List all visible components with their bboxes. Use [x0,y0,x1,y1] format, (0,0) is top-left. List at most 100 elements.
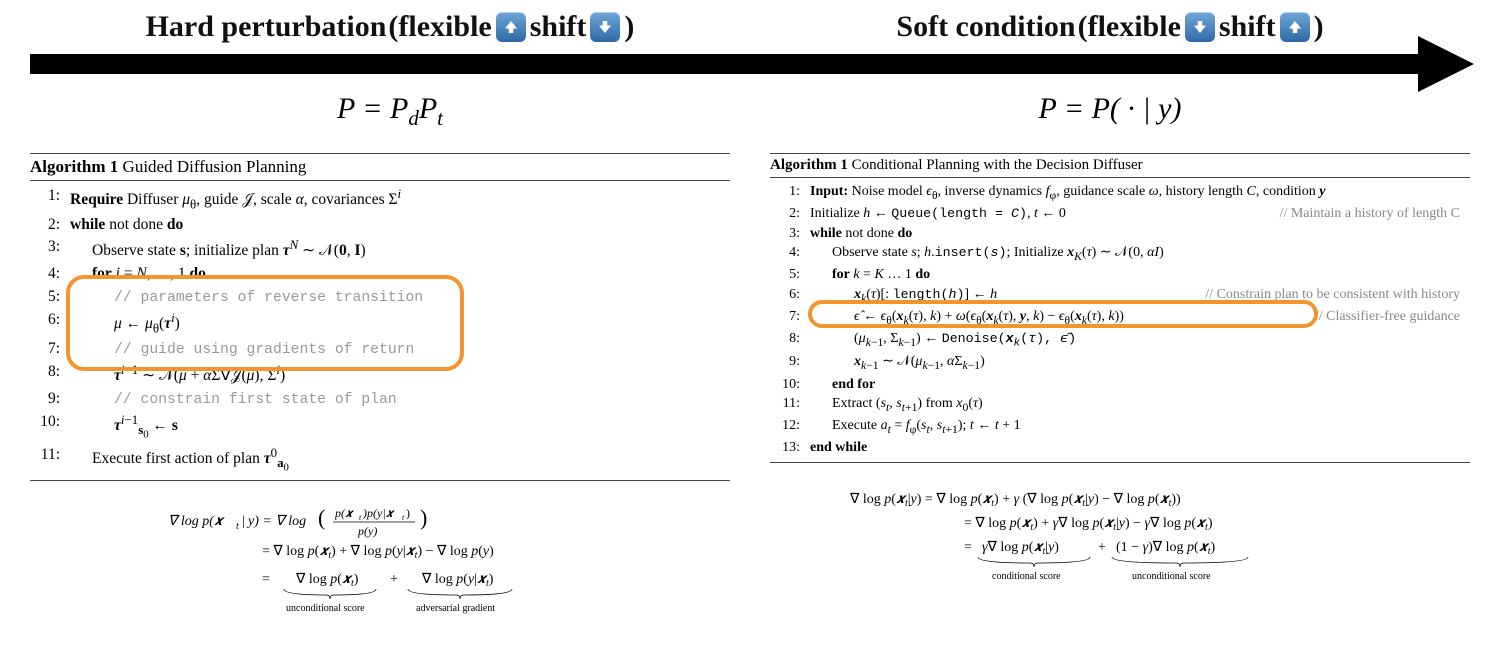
line-number: 12: [774,416,810,436]
svg-text:y) = ∇ log: y) = ∇ log [246,514,306,529]
algorithm-line: 4:for i = N, …, 1 do [30,263,730,285]
line-number: 5: [774,265,810,285]
svg-text:+: + [1098,540,1106,555]
svg-text:∇ log p(𝒙: ∇ log p(𝒙 [168,514,225,529]
algorithm-right-title-prefix: Algorithm 1 [770,157,848,173]
line-content: end while [810,438,1466,458]
algorithm-line: 2:Initialize h ← Queue(length = C), t ← … [770,204,1470,224]
line-number: 11: [774,394,810,414]
algorithm-line: 10:end for [770,375,1470,395]
algorithm-line: 7:// guide using gradients of return [30,338,730,361]
arrow-down-icon [590,12,620,42]
algorithm-line: 9:xk−1 ∼ 𝒩(μk−1, αΣk−1) [770,352,1470,374]
line-content: Execute at = fφ(st, st+1); t ← t + 1 [810,416,1466,438]
algorithm-line: 6:xk(τ)[: length(h)] ← h// Constrain pla… [770,285,1470,307]
algorithm-right-title-rest: Conditional Planning with the Decision D… [848,157,1143,173]
svg-text:): ) [420,505,427,530]
line-number: 5: [34,286,70,308]
algorithm-line: 5:// parameters of reverse transition [30,286,730,309]
line-number: 7: [34,338,70,360]
math-left: ∇ log p(𝒙 t | y) = ∇ log ( p(𝒙 t )p(y|𝒙 … [30,503,730,628]
line-number: 8: [774,329,810,349]
line-number: 8: [34,361,70,383]
algorithm-line: 11:Extract (st, st+1) from x0(τ) [770,394,1470,416]
svg-text:(1 − γ)∇ log p(𝒙t): (1 − γ)∇ log p(𝒙t) [1116,540,1215,557]
math-left-svg: ∇ log p(𝒙 t | y) = ∇ log ( p(𝒙 t )p(y|𝒙 … [150,503,610,623]
algorithm-left: Algorithm 1 Guided Diffusion Planning 1:… [30,153,730,481]
arrow-up-icon [496,12,526,42]
columns: Algorithm 1 Guided Diffusion Planning 1:… [30,153,1470,628]
spectrum-arrow [30,54,1470,74]
left-column: Algorithm 1 Guided Diffusion Planning 1:… [30,153,730,628]
svg-text:(: ( [318,505,325,530]
svg-text:=: = [262,572,270,587]
svg-text:∇ log p(y|𝒙t): ∇ log p(y|𝒙t) [421,572,494,589]
svg-text:|: | [242,514,245,529]
svg-text:∇ log p(𝒙t|y) = ∇ log p(𝒙t): ∇ log p(𝒙t|y) = ∇ log p(𝒙t) + γ (∇ log p… [849,492,1181,509]
heading-right-label: Soft condition [896,10,1075,44]
algorithm-line: 8:τi−1 ∼ 𝒩(μ + αΣ∇𝒥(μ), Σi) [30,361,730,388]
line-number: 11: [34,444,70,466]
arrow-shaft [30,54,1430,74]
line-content: xk−1 ∼ 𝒩(μk−1, αΣk−1) [810,352,1466,374]
line-content: xk(τ)[: length(h)] ← h// Constrain plan … [810,285,1466,307]
line-number: 6: [34,309,70,331]
algorithm-line: 9:// constrain first state of plan [30,388,730,411]
svg-text:t: t [236,521,239,532]
line-content: for k = K … 1 do [810,265,1466,285]
svg-text:unconditional score: unconditional score [286,603,365,614]
algorithm-line: 13:end while [770,438,1470,458]
formula-row: P = PdPt P = P( · | y) [30,92,1470,131]
line-number: 1: [34,185,70,207]
arrow-head-icon [1418,36,1474,97]
line-number: 13: [774,438,810,458]
heading-left-label: Hard perturbation [146,10,387,44]
line-number: 1: [774,182,810,202]
algorithm-line: 3:Observe state s; initialize plan τN ∼ … [30,236,730,263]
svg-text:∇ log p(𝒙t): ∇ log p(𝒙t) [295,572,359,589]
line-content: for i = N, …, 1 do [70,263,726,285]
heading-right-paren-open: (flexible [1078,10,1181,44]
line-number: 9: [34,388,70,410]
line-content: τi−1s0 ← s [70,411,726,443]
line-content: Extract (st, st+1) from x0(τ) [810,394,1466,416]
line-number: 4: [774,243,810,263]
algorithm-line: 4:Observe state s; h.insert(s); Initiali… [770,243,1470,265]
svg-text:+: + [390,572,398,587]
svg-text:= ∇ log p(𝒙t) + γ∇ log p(𝒙t|: = ∇ log p(𝒙t) + γ∇ log p(𝒙t|y) − γ∇ log … [964,516,1213,533]
line-number: 6: [774,285,810,305]
arrow-up-icon [1280,12,1310,42]
svg-text:γ∇ log p(𝒙t|y): γ∇ log p(𝒙t|y) [982,540,1059,557]
algorithm-right: Algorithm 1 Conditional Planning with th… [770,153,1470,463]
line-content: // constrain first state of plan [70,388,726,411]
math-right: ∇ log p(𝒙t|y) = ∇ log p(𝒙t) + γ (∇ log p… [770,485,1470,600]
svg-text:= ∇ log p(𝒙t) + ∇ log p(y|𝒙t: = ∇ log p(𝒙t) + ∇ log p(y|𝒙t) − ∇ log p(… [262,544,494,561]
arrow-down-icon [1185,12,1215,42]
line-content: // guide using gradients of return [70,338,726,361]
line-content: (μk−1, Σk−1) ← Denoise(xk(τ), ϵ̂) [810,329,1466,352]
line-number: 7: [774,307,810,327]
algorithm-right-body: 1:Input: Noise model ϵθ, inverse dynamic… [770,178,1470,462]
slide: Hard perturbation (flexible shift ) Soft… [0,0,1500,648]
svg-text:conditional score: conditional score [992,571,1061,582]
heading-right-paren-close: ) [1314,10,1324,44]
math-right-svg: ∇ log p(𝒙t|y) = ∇ log p(𝒙t) + γ (∇ log p… [840,485,1400,595]
line-content: Observe state s; initialize plan τN ∼ 𝒩(… [70,236,726,263]
algorithm-line: 6:μ ← μθ(τi) [30,309,730,338]
line-number: 4: [34,263,70,285]
line-content: Require Diffuser μθ, guide 𝒥, scale α, c… [70,185,726,214]
line-content: end for [810,375,1466,395]
heading-left-mid: shift [530,10,587,44]
right-column: Algorithm 1 Conditional Planning with th… [770,153,1470,628]
algorithm-line: 1:Input: Noise model ϵθ, inverse dynamic… [770,182,1470,204]
line-number: 9: [774,352,810,372]
svg-text:): ) [406,506,410,520]
line-content: Observe state s; h.insert(s); Initialize… [810,243,1466,265]
algorithm-left-title-prefix: Algorithm 1 [30,157,118,176]
line-number: 10: [774,375,810,395]
line-content: ϵ̂ ← ϵθ(xk(τ), k) + ω(ϵθ(xk(τ), y, k) − … [810,307,1466,329]
algorithm-line: 8:(μk−1, Σk−1) ← Denoise(xk(τ), ϵ̂) [770,329,1470,352]
line-number: 2: [774,204,810,224]
line-number: 3: [774,224,810,244]
svg-text:adversarial gradient: adversarial gradient [416,603,495,614]
